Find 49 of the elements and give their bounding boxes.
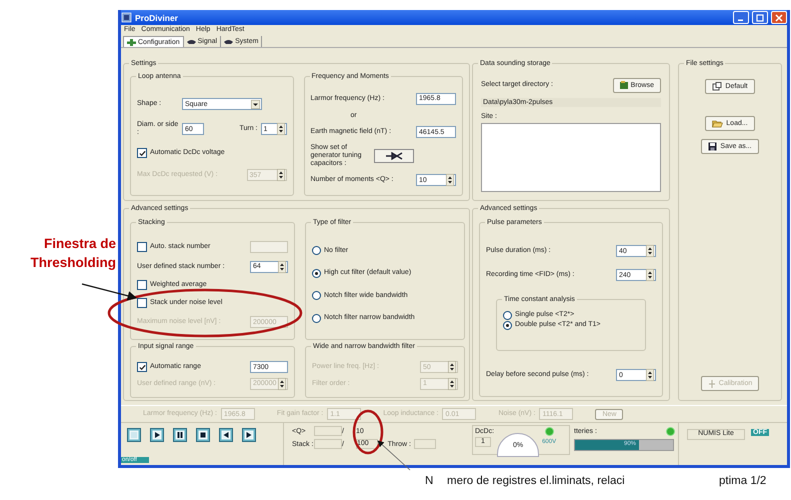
radio-button[interactable] bbox=[312, 314, 321, 323]
connector-icon bbox=[384, 152, 402, 160]
blank-button[interactable] bbox=[127, 428, 141, 442]
annotation-text: ptima 1/2 bbox=[719, 475, 766, 487]
spinner-icon[interactable] bbox=[646, 369, 654, 381]
spinner-icon[interactable] bbox=[278, 260, 286, 273]
checkbox[interactable] bbox=[137, 280, 147, 290]
radio-button[interactable] bbox=[312, 246, 321, 256]
annotation-text: Finestra de Thresholding bbox=[30, 235, 116, 272]
leader-line bbox=[377, 440, 410, 470]
pause-button[interactable] bbox=[173, 428, 187, 442]
plus-icon bbox=[127, 38, 136, 46]
input-field[interactable] bbox=[314, 439, 342, 449]
radio-button[interactable] bbox=[503, 320, 512, 330]
caret-icon bbox=[251, 100, 260, 108]
radio-button[interactable] bbox=[503, 310, 512, 320]
close-button[interactable] bbox=[771, 11, 787, 24]
annotation-text: mero de registres el.liminats, relaci bbox=[447, 475, 625, 487]
radio-button[interactable] bbox=[312, 268, 321, 278]
maximize-button[interactable] bbox=[752, 11, 768, 24]
site-field[interactable] bbox=[481, 123, 661, 192]
capacitor-button[interactable] bbox=[374, 149, 414, 164]
annotation-text: N bbox=[425, 475, 434, 487]
maximize-icon bbox=[756, 14, 764, 22]
pointer-arrow bbox=[82, 283, 138, 301]
input-field[interactable] bbox=[314, 426, 342, 436]
input-field[interactable] bbox=[414, 439, 436, 449]
next-button[interactable] bbox=[242, 428, 256, 442]
folder-icon bbox=[712, 119, 724, 128]
app-icon bbox=[121, 12, 132, 23]
spinner-icon[interactable] bbox=[646, 269, 654, 281]
checkbox[interactable] bbox=[137, 148, 147, 158]
window-title: ProDiviner bbox=[135, 12, 179, 22]
spinner-icon[interactable] bbox=[276, 123, 284, 135]
minimize-button[interactable] bbox=[733, 11, 749, 24]
stop-button[interactable] bbox=[196, 428, 210, 442]
calibrate-icon bbox=[708, 380, 716, 388]
play-button[interactable] bbox=[150, 428, 164, 442]
floppy-icon bbox=[708, 142, 718, 151]
spinner-icon[interactable] bbox=[646, 245, 654, 257]
radio-button[interactable] bbox=[312, 291, 321, 300]
checkbox[interactable] bbox=[137, 298, 147, 308]
highlight-ellipse bbox=[352, 410, 384, 454]
close-icon bbox=[775, 14, 783, 22]
document-icon bbox=[712, 82, 722, 91]
previous-button[interactable] bbox=[219, 428, 233, 442]
spinner-icon[interactable] bbox=[446, 174, 454, 186]
folder-icon bbox=[620, 81, 628, 89]
checkbox[interactable] bbox=[137, 362, 147, 372]
